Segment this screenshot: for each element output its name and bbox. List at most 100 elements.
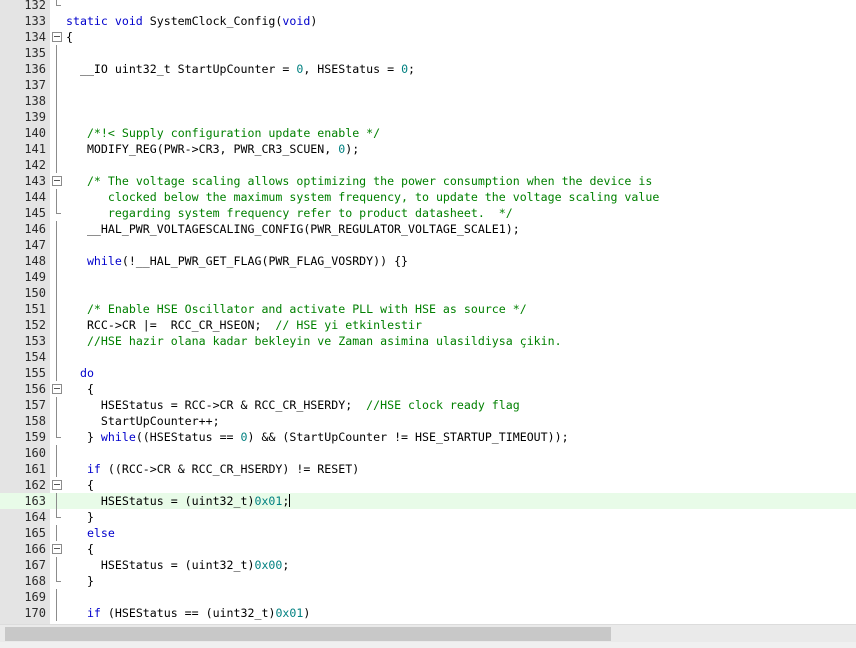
code-line[interactable]: 156 { [0, 381, 856, 397]
code-line[interactable]: 168 } [0, 573, 856, 589]
code-line[interactable]: 166 { [0, 541, 856, 557]
horizontal-scrollbar[interactable] [0, 624, 856, 643]
code-text[interactable]: MODIFY_REG(PWR->CR3, PWR_CR3_SCUEN, 0); [66, 141, 359, 157]
fold-toggle-icon[interactable] [50, 381, 64, 397]
code-line[interactable]: 150 [0, 285, 856, 301]
code-line[interactable]: 161 if ((RCC->CR & RCC_CR_HSERDY) != RES… [0, 461, 856, 477]
code-line[interactable]: 151 /* Enable HSE Oscillator and activat… [0, 301, 856, 317]
code-text[interactable]: } [66, 573, 94, 589]
fold-toggle-icon[interactable] [50, 29, 64, 45]
code-line[interactable]: 142 [0, 157, 856, 173]
code-text[interactable]: //HSE hazir olana kadar bekleyin ve Zama… [66, 333, 562, 349]
code-line[interactable]: 137 [0, 77, 856, 93]
line-number: 137 [24, 78, 46, 92]
code-line[interactable]: 133 static void SystemClock_Config(void) [0, 13, 856, 29]
code-line[interactable]: 165 else [0, 525, 856, 541]
code-line[interactable]: 157 HSEStatus = RCC->CR & RCC_CR_HSERDY;… [0, 397, 856, 413]
code-text[interactable]: RCC->CR |= RCC_CR_HSEON; // HSE yi etkin… [66, 317, 422, 333]
code-line[interactable]: 153 //HSE hazir olana kadar bekleyin ve … [0, 333, 856, 349]
code-text[interactable]: while(!__HAL_PWR_GET_FLAG(PWR_FLAG_VOSRD… [66, 253, 408, 269]
code-text[interactable]: } while((HSEStatus == 0) && (StartUpCoun… [66, 429, 569, 445]
code-line[interactable]: 160 [0, 445, 856, 461]
code-line[interactable]: 147 [0, 237, 856, 253]
line-number: 168 [24, 574, 46, 588]
code-text[interactable]: if (HSEStatus == (uint32_t)0x01) [66, 605, 310, 621]
line-number: 138 [24, 94, 46, 108]
code-line[interactable]: 132 [0, 0, 856, 13]
code-text[interactable]: else [66, 525, 115, 541]
fold-toggle-icon[interactable] [50, 541, 64, 557]
code-text[interactable]: HSEStatus = (uint32_t)0x01; [66, 493, 291, 509]
code-line[interactable]: 159 } while((HSEStatus == 0) && (StartUp… [0, 429, 856, 445]
code-text[interactable]: { [66, 541, 94, 557]
status-strip [0, 642, 856, 648]
code-line[interactable]: 144 clocked below the maximum system fre… [0, 189, 856, 205]
code-line[interactable]: 154 [0, 349, 856, 365]
code-line[interactable]: 149 [0, 269, 856, 285]
code-text[interactable]: { [66, 381, 94, 397]
code-line[interactable]: 152 RCC->CR |= RCC_CR_HSEON; // HSE yi e… [0, 317, 856, 333]
comment-token: //HSE clock ready flag [366, 398, 520, 412]
code-line[interactable]: 141 MODIFY_REG(PWR->CR3, PWR_CR3_SCUEN, … [0, 141, 856, 157]
code-text[interactable]: do [66, 365, 94, 381]
code-line[interactable]: 135 [0, 45, 856, 61]
code-line[interactable]: 139 [0, 109, 856, 125]
line-number: 142 [24, 158, 46, 172]
fold-guide [50, 493, 64, 509]
code-token: __HAL_PWR_VOLTAGESCALING_CONFIG(PWR_REGU… [66, 222, 520, 236]
fold-guide [50, 525, 64, 541]
code-line[interactable]: 162 { [0, 477, 856, 493]
code-token: SystemClock_Config( [142, 14, 283, 28]
code-line[interactable]: 170 if (HSEStatus == (uint32_t)0x01) [0, 605, 856, 621]
code-text[interactable]: StartUpCounter++; [66, 413, 220, 429]
code-line[interactable]: 140 /*!< Supply configuration update ena… [0, 125, 856, 141]
code-line[interactable]: 143 /* The voltage scaling allows optimi… [0, 173, 856, 189]
fold-toggle-icon[interactable] [50, 173, 64, 189]
line-number: 149 [24, 270, 46, 284]
code-text[interactable]: __HAL_PWR_VOLTAGESCALING_CONFIG(PWR_REGU… [66, 221, 520, 237]
fold-toggle-icon[interactable] [50, 477, 64, 493]
code-line[interactable]: 169 [0, 589, 856, 605]
code-text[interactable]: { [66, 477, 94, 493]
code-token: ) && (StartUpCounter != HSE_STARTUP_TIME… [247, 430, 569, 444]
fold-guide [50, 141, 64, 157]
code-line[interactable]: 167 HSEStatus = (uint32_t)0x00; [0, 557, 856, 573]
code-text[interactable]: /*!< Supply configuration update enable … [66, 125, 380, 141]
fold-guide [50, 125, 64, 141]
code-line[interactable]: 155 do [0, 365, 856, 381]
code-text[interactable]: } [66, 509, 94, 525]
code-line[interactable]: 164 } [0, 509, 856, 525]
keyword-token: while [100, 430, 136, 444]
code-line[interactable]: 146 __HAL_PWR_VOLTAGESCALING_CONFIG(PWR_… [0, 221, 856, 237]
code-editor[interactable]: 132 133 static void SystemClock_Config(voi… [0, 0, 856, 624]
code-line[interactable]: 158 StartUpCounter++; [0, 413, 856, 429]
code-line[interactable]: 134 { [0, 29, 856, 45]
line-number: 134 [24, 30, 46, 44]
line-number: 150 [24, 286, 46, 300]
fold-end-guide [50, 573, 64, 589]
line-number: 167 [24, 558, 46, 572]
code-text[interactable]: __IO uint32_t StartUpCounter = 0, HSESta… [66, 61, 415, 77]
code-line[interactable]: 138 [0, 93, 856, 109]
code-line[interactable]: 163 HSEStatus = (uint32_t)0x01; [0, 493, 856, 509]
code-text[interactable]: static void SystemClock_Config(void) [66, 13, 317, 29]
code-token: (HSEStatus == (uint32_t) [100, 606, 276, 620]
code-text[interactable]: if ((RCC->CR & RCC_CR_HSERDY) != RESET) [66, 461, 359, 477]
code-token: { [66, 542, 94, 556]
code-text[interactable]: HSEStatus = (uint32_t)0x00; [66, 557, 289, 573]
code-token: ((RCC->CR & RCC_CR_HSERDY) != RESET) [100, 462, 360, 476]
code-line[interactable]: 148 while(!__HAL_PWR_GET_FLAG(PWR_FLAG_V… [0, 253, 856, 269]
code-line[interactable]: 136 __IO uint32_t StartUpCounter = 0, HS… [0, 61, 856, 77]
code-text[interactable]: /* The voltage scaling allows optimizing… [66, 173, 652, 189]
keyword-token: else [86, 526, 115, 540]
code-text[interactable]: /* Enable HSE Oscillator and activate PL… [66, 301, 527, 317]
code-text[interactable]: regarding system frequency refer to prod… [66, 205, 513, 221]
horizontal-scrollbar-thumb[interactable] [5, 627, 611, 641]
code-text[interactable]: clocked below the maximum system frequen… [66, 189, 659, 205]
code-line[interactable]: 145 regarding system frequency refer to … [0, 205, 856, 221]
code-text[interactable]: HSEStatus = RCC->CR & RCC_CR_HSERDY; //H… [66, 397, 520, 413]
code-text[interactable]: { [66, 29, 73, 45]
